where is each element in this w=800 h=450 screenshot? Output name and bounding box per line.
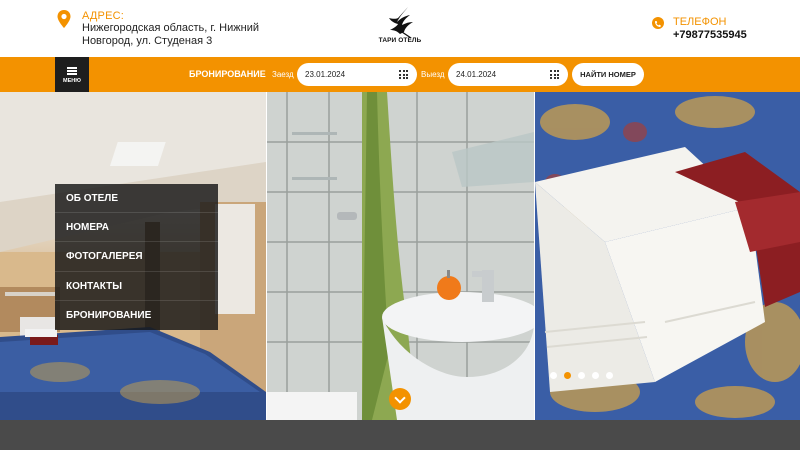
booking-title: БРОНИРОВАНИЕ	[189, 69, 266, 79]
checkin-date-value: 23.01.2024	[305, 70, 346, 79]
checkin-label: Заезд	[272, 70, 294, 79]
phone-number[interactable]: +79877535945	[673, 29, 747, 41]
site-header: АДРЕС: Нижегородская область, г. Нижний …	[0, 0, 800, 57]
menu-item-contacts[interactable]: КОНТАКТЫ	[55, 272, 218, 301]
footer-strip	[0, 420, 800, 450]
calendar-icon[interactable]	[550, 70, 559, 79]
hamburger-icon	[67, 67, 77, 75]
phone-icon	[652, 17, 664, 29]
menu-button-label: МЕНЮ	[63, 78, 81, 84]
bathroom-photo	[267, 92, 534, 420]
address-text: Нижегородская область, г. Нижний Новгоро…	[82, 22, 259, 47]
checkin-date-field[interactable]: 23.01.2024	[297, 63, 417, 86]
slider-dot[interactable]	[550, 372, 557, 379]
checkout-label: Выезд	[421, 70, 445, 79]
side-menu: ОБ ОТЕЛЕ НОМЕРА ФОТОГАЛЕРЕЯ КОНТАКТЫ БРО…	[55, 184, 218, 330]
menu-item-rooms[interactable]: НОМЕРА	[55, 213, 218, 243]
checkout-date-field[interactable]: 24.01.2024	[448, 63, 568, 86]
scroll-down-button[interactable]	[389, 388, 411, 410]
menu-item-about[interactable]: ОБ ОТЕЛЕ	[55, 184, 218, 214]
logo-text: ТАРИ ОТЕЛЬ	[378, 37, 422, 44]
checkout-date-value: 24.01.2024	[456, 70, 497, 79]
calendar-icon[interactable]	[399, 70, 408, 79]
location-pin-icon	[57, 10, 71, 28]
menu-item-booking[interactable]: БРОНИРОВАНИЕ	[55, 301, 218, 330]
slider-dot[interactable]	[592, 372, 599, 379]
slider-dot-active[interactable]	[564, 372, 571, 379]
address-label: АДРЕС:	[82, 10, 125, 22]
find-room-button[interactable]: НАЙТИ НОМЕР	[572, 63, 644, 86]
phone-label: ТЕЛЕФОН	[673, 16, 727, 28]
slider-dot[interactable]	[606, 372, 613, 379]
menu-item-gallery[interactable]: ФОТОГАЛЕРЕЯ	[55, 242, 218, 272]
booking-bar: МЕНЮ БРОНИРОВАНИЕ Заезд 23.01.2024 Выезд…	[0, 57, 800, 92]
slider-dot[interactable]	[578, 372, 585, 379]
menu-button[interactable]: МЕНЮ	[55, 57, 89, 92]
towels-photo	[535, 92, 800, 420]
